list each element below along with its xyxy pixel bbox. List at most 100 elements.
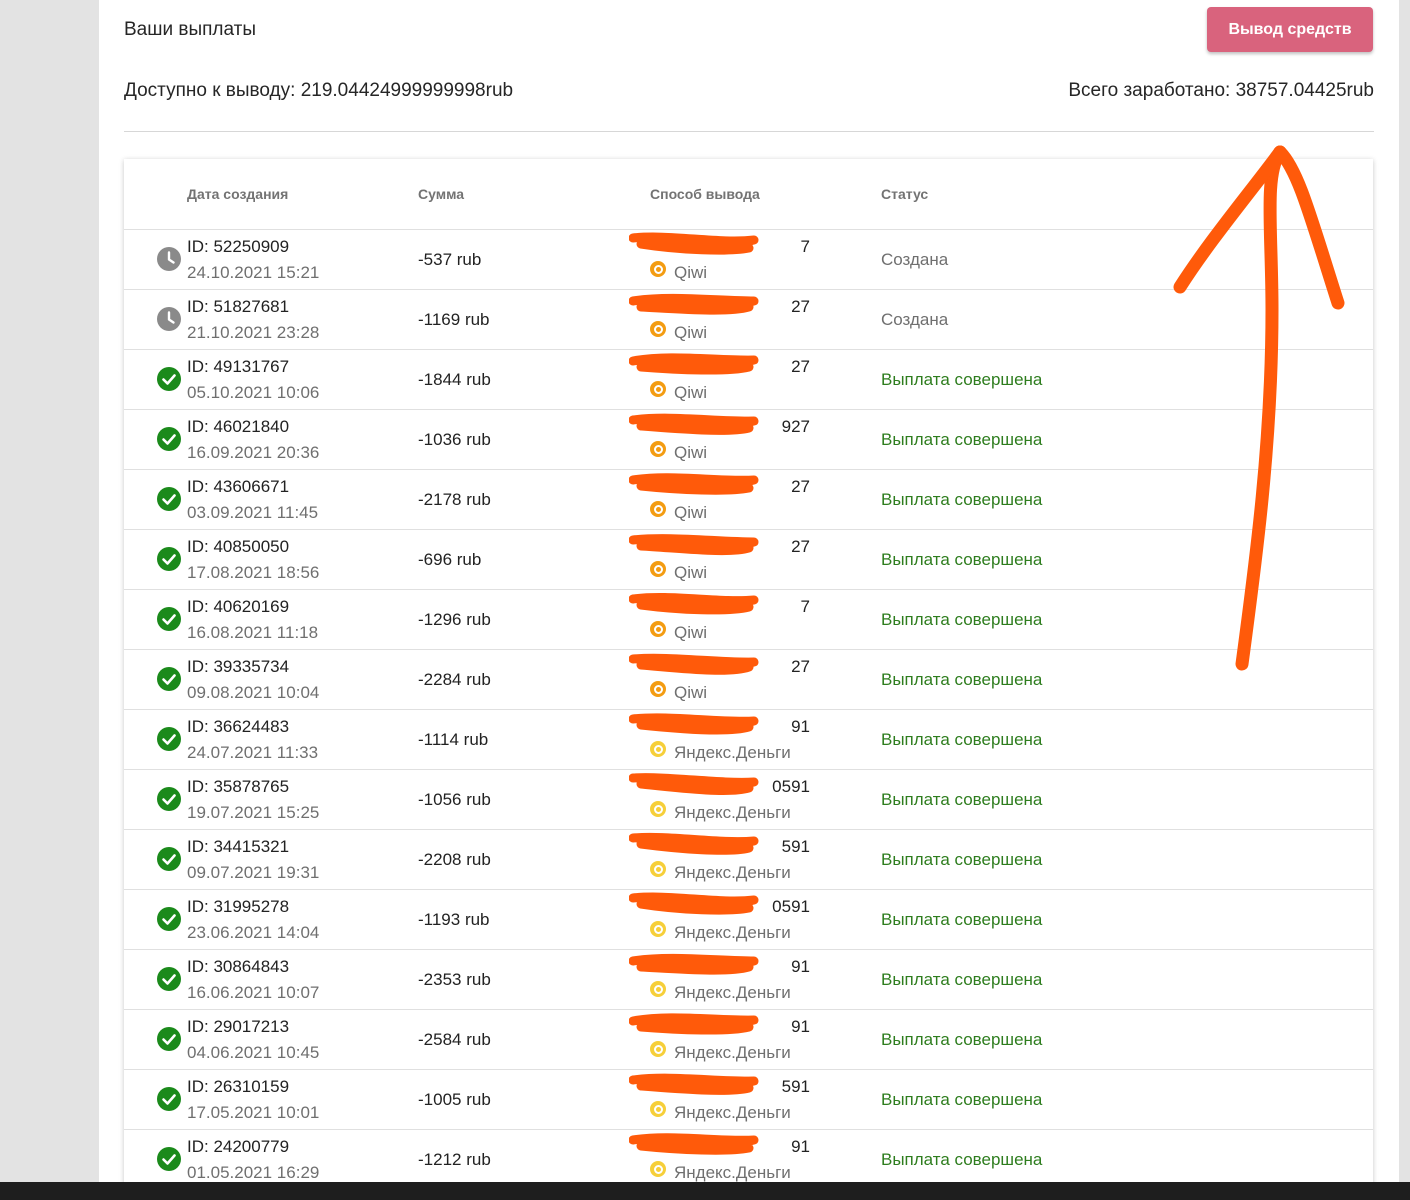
yandex-icon: [650, 981, 666, 997]
qiwi-icon: [650, 621, 666, 637]
table-row[interactable]: ID: 46021840 16.09.2021 20:36 -1036 rub 927…: [124, 410, 1373, 470]
qiwi-icon: [650, 261, 666, 277]
payout-account: 91: [791, 1137, 810, 1156]
payout-amount: -537 rub: [418, 250, 482, 269]
payout-method: Яндекс.Деньги: [674, 803, 791, 822]
payout-method: Яндекс.Деньги: [674, 1103, 791, 1122]
table-row[interactable]: ID: 39335734 09.08.2021 10:04 -2284 rub 27 Q…: [124, 650, 1373, 710]
yandex-icon: [650, 861, 666, 877]
check-circle-icon: [157, 607, 181, 631]
table-row[interactable]: ID: 24200779 01.05.2021 16:29 -1212 rub 91 Я…: [124, 1130, 1373, 1182]
qiwi-icon: [650, 681, 666, 697]
payout-account: 27: [791, 297, 810, 316]
column-header-status: Статус: [881, 186, 929, 202]
payout-date: 16.08.2021 11:18: [187, 623, 319, 642]
payout-status: Создана: [881, 310, 949, 329]
payout-account: 927: [781, 417, 810, 436]
check-circle-icon: [157, 367, 181, 391]
table-row[interactable]: ID: 40620169 16.08.2021 11:18 -1296 rub 7 Qi…: [124, 590, 1373, 650]
divider: [124, 131, 1374, 132]
payout-amount: -2284 rub: [418, 670, 491, 689]
payout-id: ID: 52250909: [187, 237, 290, 256]
yandex-icon: [650, 1101, 666, 1117]
payout-date: 19.07.2021 15:25: [187, 803, 320, 822]
payout-id: ID: 51827681: [187, 297, 290, 316]
page-title: Ваши выплаты: [124, 19, 257, 40]
payout-id: ID: 24200779: [187, 1137, 290, 1156]
payout-account: 0591: [772, 897, 810, 916]
payout-amount: -1005 rub: [418, 1090, 491, 1109]
payout-status: Выплата совершена: [881, 970, 1043, 989]
payout-id: ID: 40620169: [187, 597, 290, 616]
payout-status: Выплата совершена: [881, 670, 1043, 689]
table-row[interactable]: ID: 34415321 09.07.2021 19:31 -2208 rub 591…: [124, 830, 1373, 890]
payout-method: Яндекс.Деньги: [674, 1163, 791, 1182]
payout-method: Qiwi: [674, 623, 708, 642]
payout-status: Выплата совершена: [881, 850, 1043, 869]
payout-id: ID: 49131767: [187, 357, 290, 376]
payout-account: 91: [791, 717, 810, 736]
payout-account: 0591: [772, 777, 810, 796]
payout-status: Выплата совершена: [881, 910, 1043, 929]
payout-amount: -1193 rub: [418, 910, 490, 929]
qiwi-icon: [650, 441, 666, 457]
payout-account: 27: [791, 657, 810, 676]
clock-icon: [157, 247, 181, 271]
payout-date: 05.10.2021 10:06: [187, 383, 320, 402]
payout-status: Выплата совершена: [881, 730, 1043, 749]
table-row[interactable]: ID: 36624483 24.07.2021 11:33 -1114 rub 91 Я…: [124, 710, 1373, 770]
payout-status: Создана: [881, 250, 949, 269]
column-header-amount: Сумма: [418, 186, 465, 202]
table-row[interactable]: ID: 52250909 24.10.2021 15:21 -537 rub 7 Qiw…: [124, 230, 1373, 290]
available-balance: Доступно к выводу: 219.04424999999998rub: [124, 80, 514, 101]
payout-id: ID: 26310159: [187, 1077, 290, 1096]
payout-method: Яндекс.Деньги: [674, 743, 791, 762]
payout-id: ID: 30864843: [187, 957, 290, 976]
table-header: Дата создания Сумма Способ вывода Статус: [124, 159, 1373, 230]
table-row[interactable]: ID: 29017213 04.06.2021 10:45 -2584 rub 91 Я…: [124, 1010, 1373, 1070]
table-row[interactable]: ID: 51827681 21.10.2021 23:28 -1169 rub 27 Q…: [124, 290, 1373, 350]
table-row[interactable]: ID: 30864843 16.06.2021 10:07 -2353 rub 91 Я…: [124, 950, 1373, 1010]
payouts-table: Дата создания Сумма Способ вывода Статус…: [124, 159, 1373, 1182]
table-row[interactable]: ID: 35878765 19.07.2021 15:25 -1056 rub 059…: [124, 770, 1373, 830]
payout-account: 591: [781, 837, 810, 856]
payout-status: Выплата совершена: [881, 490, 1043, 509]
qiwi-icon: [650, 381, 666, 397]
payouts-panel: Ваши выплаты Вывод средств Доступно к вы…: [99, 0, 1399, 1182]
payout-method: Qiwi: [674, 263, 708, 282]
yandex-icon: [650, 741, 666, 757]
clock-icon: [157, 307, 181, 331]
payout-status: Выплата совершена: [881, 1090, 1043, 1109]
payout-date: 09.07.2021 19:31: [187, 863, 320, 882]
payout-account: 27: [791, 357, 810, 376]
payout-amount: -2584 rub: [418, 1030, 491, 1049]
yandex-icon: [650, 1041, 666, 1057]
table-row[interactable]: ID: 40850050 17.08.2021 18:56 -696 rub 27 Qi…: [124, 530, 1373, 590]
payout-method: Qiwi: [674, 503, 708, 522]
withdraw-button[interactable]: Вывод средств: [1207, 7, 1373, 52]
payout-amount: -1844 rub: [418, 370, 491, 389]
table-row[interactable]: ID: 43606671 03.09.2021 11:45 -2178 rub 27 Q…: [124, 470, 1373, 530]
payout-date: 17.05.2021 10:01: [187, 1103, 320, 1122]
payout-status: Выплата совершена: [881, 430, 1043, 449]
payout-amount: -696 rub: [418, 550, 482, 569]
total-earned: Всего заработано: 38757.04425rub: [1068, 80, 1374, 101]
payout-amount: -2208 rub: [418, 850, 491, 869]
payout-id: ID: 39335734: [187, 657, 290, 676]
payout-date: 21.10.2021 23:28: [187, 323, 320, 342]
payout-status: Выплата совершена: [881, 550, 1043, 569]
payout-status: Выплата совершена: [881, 610, 1043, 629]
table-row[interactable]: ID: 26310159 17.05.2021 10:01 -1005 rub 591…: [124, 1070, 1373, 1130]
payout-amount: -1036 rub: [418, 430, 491, 449]
table-row[interactable]: ID: 31995278 23.06.2021 14:04 -1193 rub 059…: [124, 890, 1373, 950]
payout-amount: -1056 rub: [418, 790, 491, 809]
payout-status: Выплата совершена: [881, 1030, 1043, 1049]
payout-date: 16.06.2021 10:07: [187, 983, 320, 1002]
payout-id: ID: 36624483: [187, 717, 290, 736]
payout-account: 7: [800, 597, 810, 616]
payout-status: Выплата совершена: [881, 370, 1043, 389]
payout-date: 03.09.2021 11:45: [187, 503, 319, 522]
yandex-icon: [650, 1161, 666, 1177]
payout-account: 27: [791, 537, 810, 556]
table-row[interactable]: ID: 49131767 05.10.2021 10:06 -1844 rub 27 Q…: [124, 350, 1373, 410]
